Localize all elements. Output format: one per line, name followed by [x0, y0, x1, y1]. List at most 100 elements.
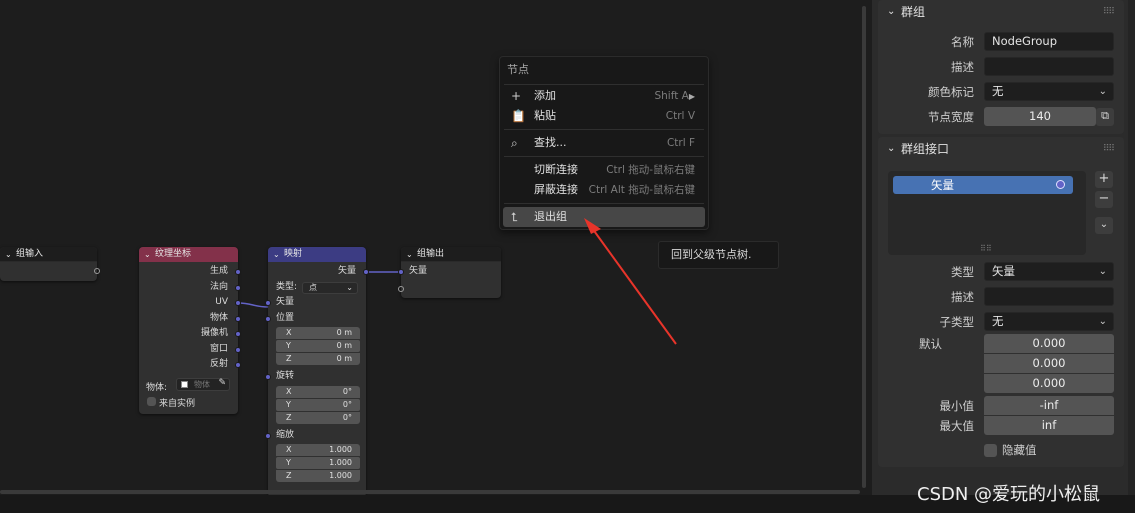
- object-label: 物体:: [146, 382, 168, 393]
- chevron-down-icon[interactable]: ⌄: [406, 247, 413, 262]
- scale-x-field[interactable]: X 1.000: [276, 444, 360, 456]
- rotation-x-key: X: [286, 386, 292, 396]
- group-output-header[interactable]: ⌄ 组输出: [401, 247, 501, 262]
- group-input-node[interactable]: ⌄ 组输入: [0, 247, 100, 281]
- vertical-scrollbar[interactable]: [862, 6, 866, 488]
- texture-coordinate-node[interactable]: ⌄ 纹理坐标 生成 法向 UV 物体 摄像机 窗口 反射 物体: 物体 ✎ 来自…: [139, 247, 241, 414]
- menu-item-mute-links[interactable]: 屏蔽连接 Ctrl Alt 拖动-鼠标右键: [503, 180, 705, 200]
- reset-width-icon[interactable]: ⧉: [1096, 108, 1114, 126]
- socket-mapping-scale[interactable]: [265, 432, 271, 439]
- interface-socket-list[interactable]: 矢量 ⠿⠿: [888, 171, 1086, 255]
- socket-generated[interactable]: [235, 269, 241, 275]
- socket-type-value: 矢量: [992, 264, 1015, 278]
- name-input[interactable]: NodeGroup: [984, 32, 1114, 51]
- menu-item-paste[interactable]: 📋 粘贴 Ctrl V: [503, 106, 705, 126]
- group-input-header[interactable]: ⌄ 组输入: [0, 247, 97, 262]
- socket-camera[interactable]: [235, 331, 241, 337]
- menu-item-paste-label: 粘贴: [534, 109, 556, 122]
- socket-reflection[interactable]: [235, 362, 241, 368]
- object-type-icon: [181, 380, 188, 388]
- remove-socket-button[interactable]: −: [1095, 191, 1113, 208]
- drag-handle-icon[interactable]: ⠿⠿: [1103, 137, 1115, 161]
- eyedropper-icon[interactable]: ✎: [218, 378, 226, 388]
- menu-item-add[interactable]: + 添加 Shift A▶: [503, 86, 705, 106]
- interface-panel-title: 群组接口: [901, 142, 950, 156]
- rotation-y-field[interactable]: Y 0°: [276, 398, 360, 411]
- chevron-down-icon[interactable]: ⌄: [273, 247, 280, 262]
- scale-z-key: Z: [286, 471, 292, 480]
- mapping-header[interactable]: ⌄ 映射: [268, 247, 366, 262]
- list-resize-handle-icon[interactable]: ⠿⠿: [980, 244, 992, 253]
- socket-window[interactable]: [235, 346, 241, 353]
- interface-socket-item[interactable]: 矢量: [893, 176, 1073, 194]
- subtype-select[interactable]: 无 ⌄: [984, 312, 1114, 331]
- menu-item-find-shortcut: Ctrl F: [666, 137, 695, 149]
- socket-menu-button[interactable]: ⌄: [1095, 217, 1113, 234]
- default-label: 默认: [919, 337, 942, 351]
- sidebar-tabs-strip[interactable]: [1128, 0, 1135, 495]
- object-field[interactable]: 物体 ✎: [176, 377, 230, 391]
- chevron-down-icon[interactable]: ⌄: [887, 137, 895, 161]
- scale-y-field[interactable]: Y 1.000: [276, 457, 360, 469]
- node-context-menu[interactable]: 节点 + 添加 Shift A▶ 📋 粘贴 Ctrl V ⌕ 查找... Ctr…: [499, 56, 709, 230]
- max-value-field[interactable]: inf: [984, 416, 1114, 435]
- watermark: CSDN @爱玩的小松鼠: [917, 484, 1101, 505]
- output-object: 物体: [209, 312, 228, 323]
- default-y-field[interactable]: 0.000: [984, 354, 1114, 373]
- socket-group-output-empty[interactable]: [398, 285, 404, 292]
- location-x-field[interactable]: X 0 m: [276, 327, 360, 339]
- chevron-down-icon[interactable]: ⌄: [144, 247, 151, 262]
- socket-mapping-rotation[interactable]: [265, 374, 271, 380]
- scale-z-field[interactable]: Z 1.000: [276, 470, 360, 482]
- submenu-arrow-icon: ▶: [688, 92, 695, 101]
- hide-value-checkbox[interactable]: [984, 444, 997, 457]
- socket-mapping-output[interactable]: [363, 269, 369, 275]
- socket-mapping-location[interactable]: [265, 315, 271, 322]
- menu-item-add-label: 添加: [534, 89, 556, 102]
- menu-item-cut-links[interactable]: 切断连接 Ctrl 拖动-鼠标右键: [503, 160, 705, 180]
- add-shortcut-text: Shift A: [654, 90, 689, 102]
- socket-mapping-vector[interactable]: [265, 300, 271, 306]
- location-y-field[interactable]: Y 0 m: [276, 340, 360, 352]
- mapping-location-label: 位置: [276, 312, 295, 323]
- socket-type-select[interactable]: 矢量 ⌄: [984, 262, 1114, 281]
- group-input-empty-socket[interactable]: [94, 268, 100, 274]
- socket-description-input[interactable]: [984, 287, 1114, 306]
- default-z-field[interactable]: 0.000: [984, 374, 1114, 393]
- min-value-field[interactable]: -inf: [984, 396, 1114, 415]
- location-x-value: 0 m: [336, 328, 352, 337]
- description-input[interactable]: [984, 57, 1114, 76]
- drag-handle-icon[interactable]: ⠿⠿: [1103, 0, 1115, 24]
- menu-item-exit-group[interactable]: ⮤ 退出组: [503, 207, 705, 227]
- socket-normal[interactable]: [235, 284, 241, 291]
- group-output-node[interactable]: ⌄ 组输出 矢量: [398, 247, 501, 298]
- mapping-type-dropdown[interactable]: 点 ⌄: [302, 281, 358, 294]
- rotation-z-field[interactable]: Z 0°: [276, 411, 360, 424]
- add-socket-button[interactable]: +: [1095, 171, 1113, 188]
- socket-uv[interactable]: [235, 300, 241, 306]
- rotation-x-field[interactable]: X 0°: [276, 385, 360, 398]
- mapping-node[interactable]: ⌄ 映射 矢量 类型: 点 ⌄ 矢量 位置 X0 m Y0 m Z0 m 旋转 …: [265, 247, 369, 497]
- chevron-down-icon[interactable]: ⌄: [887, 0, 895, 24]
- max-value: inf: [1041, 418, 1057, 432]
- texture-coordinate-header[interactable]: ⌄ 纹理坐标: [139, 247, 238, 262]
- menu-item-find[interactable]: ⌕ 查找... Ctrl F: [503, 133, 705, 153]
- chevron-down-icon[interactable]: ⌄: [5, 247, 12, 262]
- location-z-field[interactable]: Z 0 m: [276, 353, 360, 365]
- group-interface-panel: ⌄ 群组接口 ⠿⠿ 矢量 ⠿⠿ + − ⌄ 类型 矢量 ⌄ 描述 子类型 无 ⌄ 默…: [878, 137, 1124, 467]
- default-y-value: 0.000: [1032, 356, 1066, 370]
- object-placeholder: 物体: [194, 379, 210, 389]
- group-output-title: 组输出: [417, 249, 445, 259]
- horizontal-scrollbar[interactable]: [0, 490, 860, 494]
- default-x-field[interactable]: 0.000: [984, 334, 1114, 353]
- color-tag-select[interactable]: 无 ⌄: [984, 82, 1114, 101]
- socket-object[interactable]: [235, 315, 241, 322]
- group-panel-header[interactable]: ⌄ 群组 ⠿⠿: [878, 0, 1124, 24]
- node-width-field[interactable]: 140: [984, 107, 1096, 126]
- interface-panel-header[interactable]: ⌄ 群组接口 ⠿⠿: [878, 137, 1124, 161]
- group-input-title: 组输入: [16, 249, 44, 259]
- link-uv-vector: [237, 302, 269, 308]
- node-editor[interactable]: ⌄ 组输入 ⌄ 纹理坐标 生成 法向 UV 物体 摄像机 窗口 反射 物体: 物…: [0, 0, 868, 497]
- from-instancer-checkbox[interactable]: [147, 396, 156, 406]
- socket-group-output-vector[interactable]: [398, 269, 404, 275]
